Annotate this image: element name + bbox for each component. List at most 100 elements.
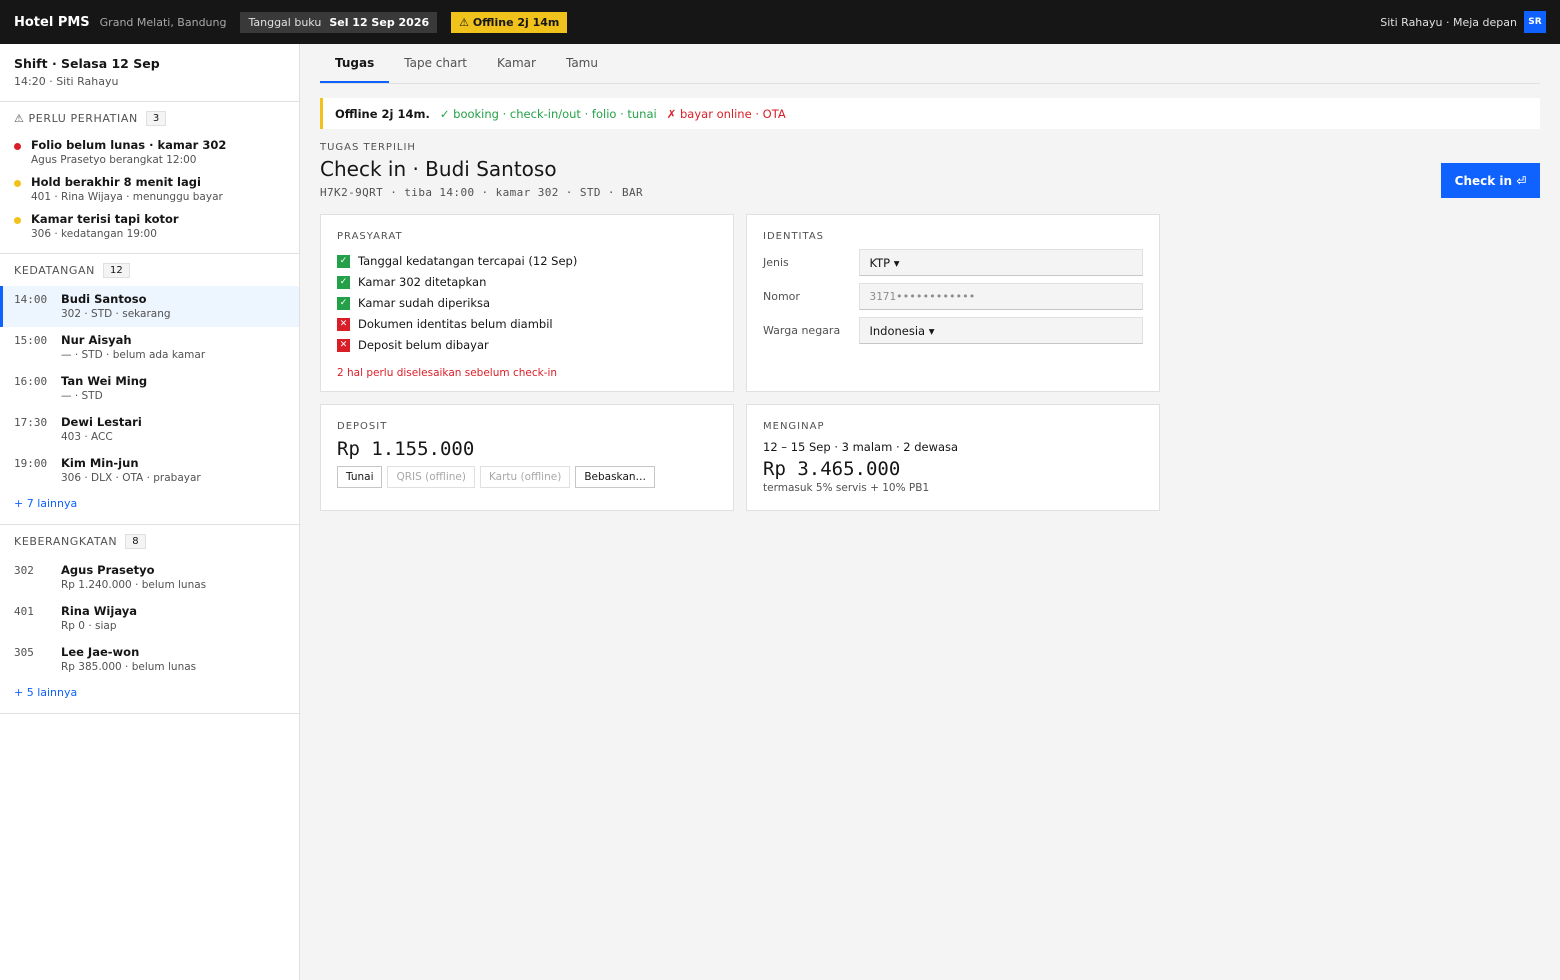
arrivals-header: KEDATANGAN 12 bbox=[0, 254, 299, 286]
arrival-time: 19:00 bbox=[14, 457, 48, 470]
payment-method-button[interactable]: Bebaskan… bbox=[575, 466, 656, 488]
attention-item-subtitle: 306 · kedatangan 19:00 bbox=[31, 228, 157, 240]
departure-row[interactable]: 302 Agus Prasetyo Rp 1.240.000 · belum lun… bbox=[0, 557, 299, 598]
shift-title: Shift · Selasa 12 Sep bbox=[14, 56, 160, 71]
departures-count: 8 bbox=[125, 533, 146, 549]
check-icon: ✓ bbox=[337, 254, 350, 268]
tab-bar: Tugas Tape chart Kamar Tamu bbox=[320, 44, 1540, 84]
departure-row[interactable]: 401 Rina Wijaya Rp 0 · siap bbox=[0, 598, 299, 639]
arrival-time: 16:00 bbox=[14, 375, 48, 388]
cross-icon: ✕ bbox=[337, 338, 350, 352]
arrival-details: Dewi Lestari 403 · ACC bbox=[61, 415, 142, 444]
selected-task: TUGAS TERPILIH Check in · Budi Santoso H… bbox=[320, 142, 1540, 214]
identity-card: IDENTITAS Jenis KTP ▾ Nomor 3171••••••••… bbox=[746, 214, 1160, 392]
departures-more-link[interactable]: + 5 lainnya bbox=[0, 680, 299, 713]
id-type-field: Jenis KTP ▾ bbox=[763, 249, 1143, 276]
arrival-row[interactable]: 19:00 Kim Min-jun 306 · DLX · OTA · prabay… bbox=[0, 450, 299, 491]
user-menu[interactable]: Siti Rahayu · Meja depan SR bbox=[1380, 11, 1546, 33]
arrivals-section: KEDATANGAN 12 14:00 Budi Santoso 302 · STD… bbox=[0, 254, 299, 525]
cross-icon: ✕ bbox=[337, 317, 350, 331]
booking-date-label: Tanggal buku bbox=[248, 15, 322, 29]
arrival-guest-name: Budi Santoso bbox=[61, 292, 147, 306]
task-cards: PRASYARAT ✓ Tanggal kedatangan tercapai (… bbox=[320, 214, 1540, 511]
stay-card: MENGINAP 12 – 15 Sep · 3 malam · 2 dewas… bbox=[746, 404, 1160, 511]
departure-details: Lee Jae-won Rp 385.000 · belum lunas bbox=[61, 645, 196, 674]
status-dot-icon bbox=[14, 143, 21, 150]
id-number-field: Nomor 3171•••••••••••• bbox=[763, 283, 1143, 310]
arrival-guest-name: Dewi Lestari bbox=[61, 415, 142, 429]
arrival-details: Kim Min-jun 306 · DLX · OTA · prabayar bbox=[61, 456, 201, 485]
arrivals-more-link[interactable]: + 7 lainnya bbox=[0, 491, 299, 524]
attention-item[interactable]: Hold berakhir 8 menit lagi 401 · Rina Wij… bbox=[0, 171, 299, 208]
arrival-guest-name: Kim Min-jun bbox=[61, 456, 139, 470]
departures-section: KEBERANGKATAN 8 302 Agus Prasetyo Rp 1.240… bbox=[0, 525, 299, 714]
booking-date-value: Sel 12 Sep 2026 bbox=[329, 15, 430, 29]
prerequisite-item: ✓ Kamar 302 ditetapkan bbox=[337, 275, 717, 289]
arrival-details: Tan Wei Ming — · STD bbox=[61, 374, 147, 403]
avatar[interactable]: SR bbox=[1524, 11, 1546, 33]
prerequisites-card: PRASYARAT ✓ Tanggal kedatangan tercapai (… bbox=[320, 214, 734, 392]
departure-room: 401 bbox=[14, 605, 34, 618]
id-number-label: Nomor bbox=[763, 290, 800, 303]
arrivals-count: 12 bbox=[103, 262, 130, 278]
attention-section: ⚠ PERLU PERHATIAN 3 Folio belum lunas · … bbox=[0, 102, 299, 254]
banner-title: Offline 2j 14m. bbox=[335, 106, 430, 121]
departure-guest-name: Agus Prasetyo bbox=[61, 563, 155, 577]
task-subtitle: H7K2-9QRT · tiba 14:00 · kamar 302 · STD… bbox=[320, 186, 644, 199]
deposit-card: DEPOSIT Rp 1.155.000 Tunai QRIS (offline)… bbox=[320, 404, 734, 511]
prerequisite-item: ✕ Dokumen identitas belum diambil bbox=[337, 317, 717, 331]
task-overline: TUGAS TERPILIH bbox=[320, 142, 416, 153]
id-number-input[interactable]: 3171•••••••••••• bbox=[859, 283, 1143, 310]
task-title: Check in · Budi Santoso bbox=[320, 157, 557, 181]
offline-banner: Offline 2j 14m. ✓ booking · check-in/out… bbox=[320, 98, 1540, 129]
departure-guest-name: Lee Jae-won bbox=[61, 645, 140, 659]
check-in-button[interactable]: Check in ⏎ bbox=[1441, 163, 1540, 198]
booking-date-chip[interactable]: Tanggal buku Sel 12 Sep 2026 bbox=[240, 11, 438, 33]
nationality-select[interactable]: Indonesia ▾ bbox=[859, 317, 1143, 344]
departure-subtitle: Rp 385.000 · belum lunas bbox=[61, 661, 197, 673]
arrival-time: 14:00 bbox=[14, 293, 48, 306]
payment-method-button: QRIS (offline) bbox=[387, 466, 475, 488]
payment-method-button: Kartu (offline) bbox=[479, 466, 571, 488]
arrivals-label: KEDATANGAN bbox=[14, 263, 96, 277]
identity-label: IDENTITAS bbox=[763, 231, 825, 242]
status-dot-icon bbox=[14, 217, 21, 224]
id-type-select[interactable]: KTP ▾ bbox=[859, 249, 1143, 276]
attention-item-subtitle: Agus Prasetyo berangkat 12:00 bbox=[31, 154, 197, 166]
tab-tugas[interactable]: Tugas bbox=[320, 44, 390, 83]
tab-kamar[interactable]: Kamar bbox=[482, 44, 551, 83]
attention-item-text: Hold berakhir 8 menit lagi 401 · Rina Wij… bbox=[31, 175, 223, 203]
departure-room: 305 bbox=[14, 646, 34, 659]
hotel-name: Grand Melati, Bandung bbox=[99, 15, 227, 29]
stay-dates: 12 – 15 Sep · 3 malam · 2 dewasa bbox=[763, 440, 959, 454]
departure-details: Rina Wijaya Rp 0 · siap bbox=[61, 604, 137, 633]
tab-tape-chart[interactable]: Tape chart bbox=[389, 44, 482, 83]
arrival-row[interactable]: 16:00 Tan Wei Ming — · STD bbox=[0, 368, 299, 409]
attention-item[interactable]: Kamar terisi tapi kotor 306 · kedatangan … bbox=[0, 208, 299, 245]
attention-item-title: Kamar terisi tapi kotor bbox=[31, 212, 179, 226]
prerequisite-text: Kamar 302 ditetapkan bbox=[358, 275, 487, 289]
nationality-field: Warga negara Indonesia ▾ bbox=[763, 317, 1143, 344]
attention-item-text: Folio belum lunas · kamar 302 Agus Praset… bbox=[31, 138, 226, 166]
departures-header: KEBERANGKATAN 8 bbox=[0, 525, 299, 557]
departure-row[interactable]: 305 Lee Jae-won Rp 385.000 · belum lunas bbox=[0, 639, 299, 680]
tab-tamu[interactable]: Tamu bbox=[551, 44, 613, 83]
payment-method-button[interactable]: Tunai bbox=[337, 466, 383, 488]
attention-item-text: Kamar terisi tapi kotor 306 · kedatangan … bbox=[31, 212, 179, 240]
shift-header: Shift · Selasa 12 Sep 14:20 · Siti Rahay… bbox=[0, 44, 299, 102]
main-content: Tugas Tape chart Kamar Tamu Offline 2j 1… bbox=[320, 44, 1540, 511]
departure-room: 302 bbox=[14, 564, 34, 577]
offline-status-badge[interactable]: ⚠ Offline 2j 14m bbox=[451, 11, 568, 33]
arrival-subtitle: 306 · DLX · OTA · prabayar bbox=[61, 472, 201, 484]
prerequisite-item: ✕ Deposit belum dibayar bbox=[337, 338, 717, 352]
arrival-row[interactable]: 15:00 Nur Aisyah — · STD · belum ada kamar bbox=[0, 327, 299, 368]
id-type-label: Jenis bbox=[763, 256, 789, 269]
arrival-details: Budi Santoso 302 · STD · sekarang bbox=[61, 292, 171, 321]
arrival-row[interactable]: 14:00 Budi Santoso 302 · STD · sekarang bbox=[0, 286, 299, 327]
stay-label: MENGINAP bbox=[763, 421, 825, 432]
attention-item[interactable]: Folio belum lunas · kamar 302 Agus Praset… bbox=[0, 134, 299, 171]
deposit-amount: Rp 1.155.000 bbox=[337, 438, 475, 460]
attention-item-title: Hold berakhir 8 menit lagi bbox=[31, 175, 201, 189]
arrival-row[interactable]: 17:30 Dewi Lestari 403 · ACC bbox=[0, 409, 299, 450]
stay-amount: Rp 3.465.000 bbox=[763, 458, 901, 480]
